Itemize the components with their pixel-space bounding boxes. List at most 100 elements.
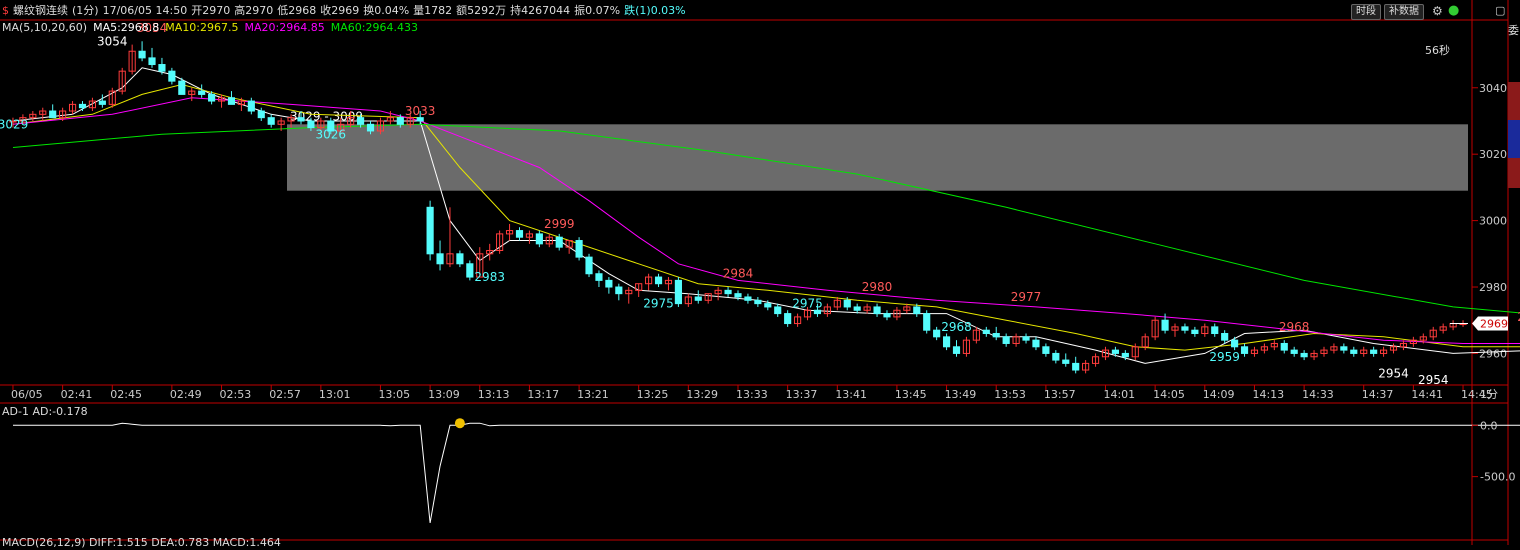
- price-annotation: 2954: [1378, 366, 1409, 380]
- candle: [615, 283, 623, 301]
- time-tick-label: 02:45: [110, 388, 142, 401]
- macd-panel-header: MACD(26,12,9) DIFF:1.515 DEA:0.783 MACD:…: [2, 536, 281, 549]
- price-annotation: 2968: [941, 320, 972, 334]
- candle-body: [1231, 339, 1239, 348]
- candle-body: [1221, 333, 1229, 341]
- candle: [952, 340, 961, 357]
- candle-body: [982, 329, 990, 335]
- candle-body: [1240, 346, 1249, 354]
- candle: [1310, 350, 1318, 361]
- settings-icon[interactable]: ⚙: [1432, 4, 1443, 18]
- price-annotation: 2980: [862, 280, 893, 294]
- time-tick-label: 14:37: [1362, 388, 1394, 401]
- price-tick-label: 3040: [1479, 82, 1507, 95]
- candle: [1290, 346, 1298, 357]
- candle: [505, 223, 514, 241]
- ad-tick-label: -500.0: [1480, 471, 1515, 484]
- candle-body: [426, 206, 434, 255]
- candle: [1062, 353, 1070, 367]
- time-tick-label: 13:49: [945, 388, 977, 401]
- amplitude: 振0.07%: [574, 4, 621, 17]
- candle-body: [774, 306, 782, 315]
- candle-body: [247, 100, 255, 112]
- candle-body: [535, 233, 543, 245]
- time-tick-label: 13:41: [835, 388, 867, 401]
- candle: [128, 44, 136, 75]
- time-tick-label: 13:13: [478, 388, 510, 401]
- ask-depth-bar: [1508, 82, 1520, 120]
- candle: [635, 283, 643, 297]
- time-period-button[interactable]: 时段: [1351, 4, 1381, 20]
- candle-body: [227, 97, 236, 105]
- candle: [1389, 343, 1398, 354]
- candle: [972, 326, 980, 344]
- candle-body: [1121, 352, 1129, 358]
- candle: [1370, 346, 1378, 357]
- time-tick-label: 13:17: [527, 388, 559, 401]
- open-value: 开2970: [191, 4, 231, 17]
- candle: [496, 230, 504, 254]
- candle-body: [1032, 339, 1040, 348]
- time-tick-label: 14:09: [1203, 388, 1235, 401]
- window-restore-icon[interactable]: ▢: [1495, 4, 1505, 18]
- candle: [217, 94, 226, 108]
- candle-body: [357, 117, 365, 125]
- candle: [1280, 340, 1288, 354]
- candle-body: [78, 103, 87, 109]
- candle: [645, 273, 653, 291]
- time-tick-label: 14:41: [1411, 388, 1443, 401]
- candle: [784, 310, 792, 327]
- ad-tick-label: 0.0: [1480, 419, 1498, 432]
- candle-body: [674, 279, 682, 305]
- candle-body: [168, 70, 176, 82]
- fill-data-button[interactable]: 补数据: [1384, 4, 1424, 20]
- candle: [962, 336, 971, 357]
- change-value: 跌(1)0.03%: [624, 4, 686, 17]
- candle: [1012, 333, 1020, 347]
- candle-body: [366, 123, 375, 132]
- open-interest: 持4267044: [510, 4, 571, 17]
- chat-bubble-icon[interactable]: ●: [1448, 4, 1459, 18]
- candle: [1042, 343, 1050, 357]
- candle: [436, 240, 444, 271]
- ad-panel-title: AD-1: [2, 405, 29, 418]
- candle-body: [1002, 336, 1010, 344]
- candle-body: [1370, 349, 1378, 354]
- candle: [1429, 326, 1437, 341]
- price-annotation: 2984: [723, 267, 754, 281]
- candle: [1240, 343, 1249, 357]
- candle-body: [1280, 342, 1288, 351]
- candle: [942, 333, 951, 351]
- price-annotation: 2968: [1279, 320, 1310, 334]
- candle: [1439, 323, 1447, 334]
- candle: [754, 296, 762, 307]
- candle: [883, 310, 891, 321]
- candle: [724, 287, 732, 297]
- time-tick-label: 13:09: [428, 388, 460, 401]
- candle: [227, 91, 236, 105]
- candle-body: [1290, 349, 1298, 354]
- candle-body: [575, 240, 583, 258]
- candle-body: [416, 117, 424, 122]
- candle: [1300, 350, 1308, 361]
- candle: [188, 87, 196, 102]
- candle-body: [992, 333, 1000, 338]
- candle-body: [853, 306, 861, 311]
- quote-header: $ 螺纹钢连续 (1分) 17/06/05 14:50 开2970 高2970 低2968 收…: [2, 4, 690, 18]
- candle: [267, 114, 275, 128]
- candle-body: [784, 313, 792, 325]
- candle-body: [734, 293, 742, 298]
- candle: [1260, 343, 1268, 354]
- time-tick-label: 14:05: [1153, 388, 1185, 401]
- candle: [664, 277, 673, 291]
- candle: [118, 67, 126, 95]
- high-value: 高2970: [234, 4, 274, 17]
- candle: [585, 253, 593, 278]
- candle-body: [257, 110, 265, 119]
- candle: [247, 97, 255, 115]
- candle: [674, 277, 682, 307]
- kline-chart[interactable]: 296029803000302030403029 - 3009305430543…: [0, 0, 1520, 545]
- candle: [1399, 340, 1408, 351]
- candle: [39, 107, 47, 121]
- candle-body: [49, 110, 57, 119]
